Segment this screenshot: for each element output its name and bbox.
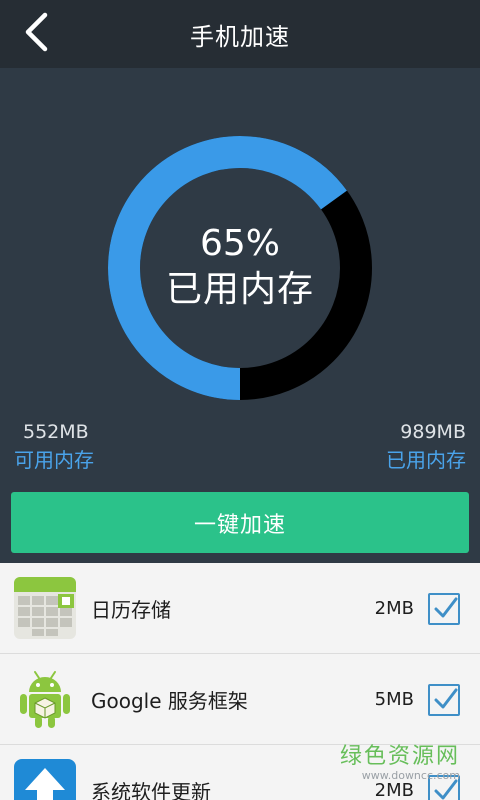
- app-size: 2MB: [374, 780, 414, 800]
- available-memory-label: 可用内存: [14, 448, 94, 472]
- app-size: 2MB: [374, 598, 414, 619]
- page-title: 手机加速: [190, 22, 290, 51]
- android-icon: [20, 671, 70, 728]
- app-list: 日历存储 2MB Google 服务框架 5MB 系统软件更新 2MB: [0, 563, 480, 800]
- app-checkbox[interactable]: [428, 684, 460, 716]
- calendar-icon: [14, 577, 76, 639]
- checkmark-icon: [434, 597, 458, 618]
- memory-donut: 65% 已用内存: [106, 134, 374, 402]
- available-memory: 552MB 可用内存: [14, 420, 94, 474]
- back-button[interactable]: [14, 10, 58, 54]
- one-key-boost-button[interactable]: 一键加速: [11, 492, 469, 553]
- app-name: 系统软件更新: [91, 780, 211, 800]
- checkmark-icon: [434, 688, 458, 709]
- app-checkbox[interactable]: [428, 775, 460, 800]
- memory-panel: 65% 已用内存 552MB 可用内存 989MB 已用内存 一键加速: [0, 68, 480, 563]
- used-memory-center-label: 已用内存: [165, 269, 314, 310]
- app-name: Google 服务框架: [91, 689, 248, 713]
- header-bar: 手机加速: [0, 0, 480, 68]
- app-name: 日历存储: [91, 598, 171, 622]
- update-arrow-icon: [14, 759, 76, 800]
- list-item[interactable]: 日历存储 2MB: [0, 563, 480, 654]
- back-arrow-icon: [25, 12, 48, 52]
- available-memory-value: 552MB: [23, 421, 89, 443]
- app-size: 5MB: [374, 689, 414, 710]
- checkmark-icon: [434, 779, 458, 800]
- app-checkbox[interactable]: [428, 593, 460, 625]
- used-memory: 989MB 已用内存: [386, 420, 466, 474]
- used-memory-label: 已用内存: [386, 448, 466, 472]
- list-item[interactable]: 系统软件更新 2MB: [0, 745, 480, 800]
- used-percent: 65%: [199, 223, 280, 264]
- list-item[interactable]: Google 服务框架 5MB: [0, 654, 480, 745]
- used-memory-value: 989MB: [400, 421, 466, 443]
